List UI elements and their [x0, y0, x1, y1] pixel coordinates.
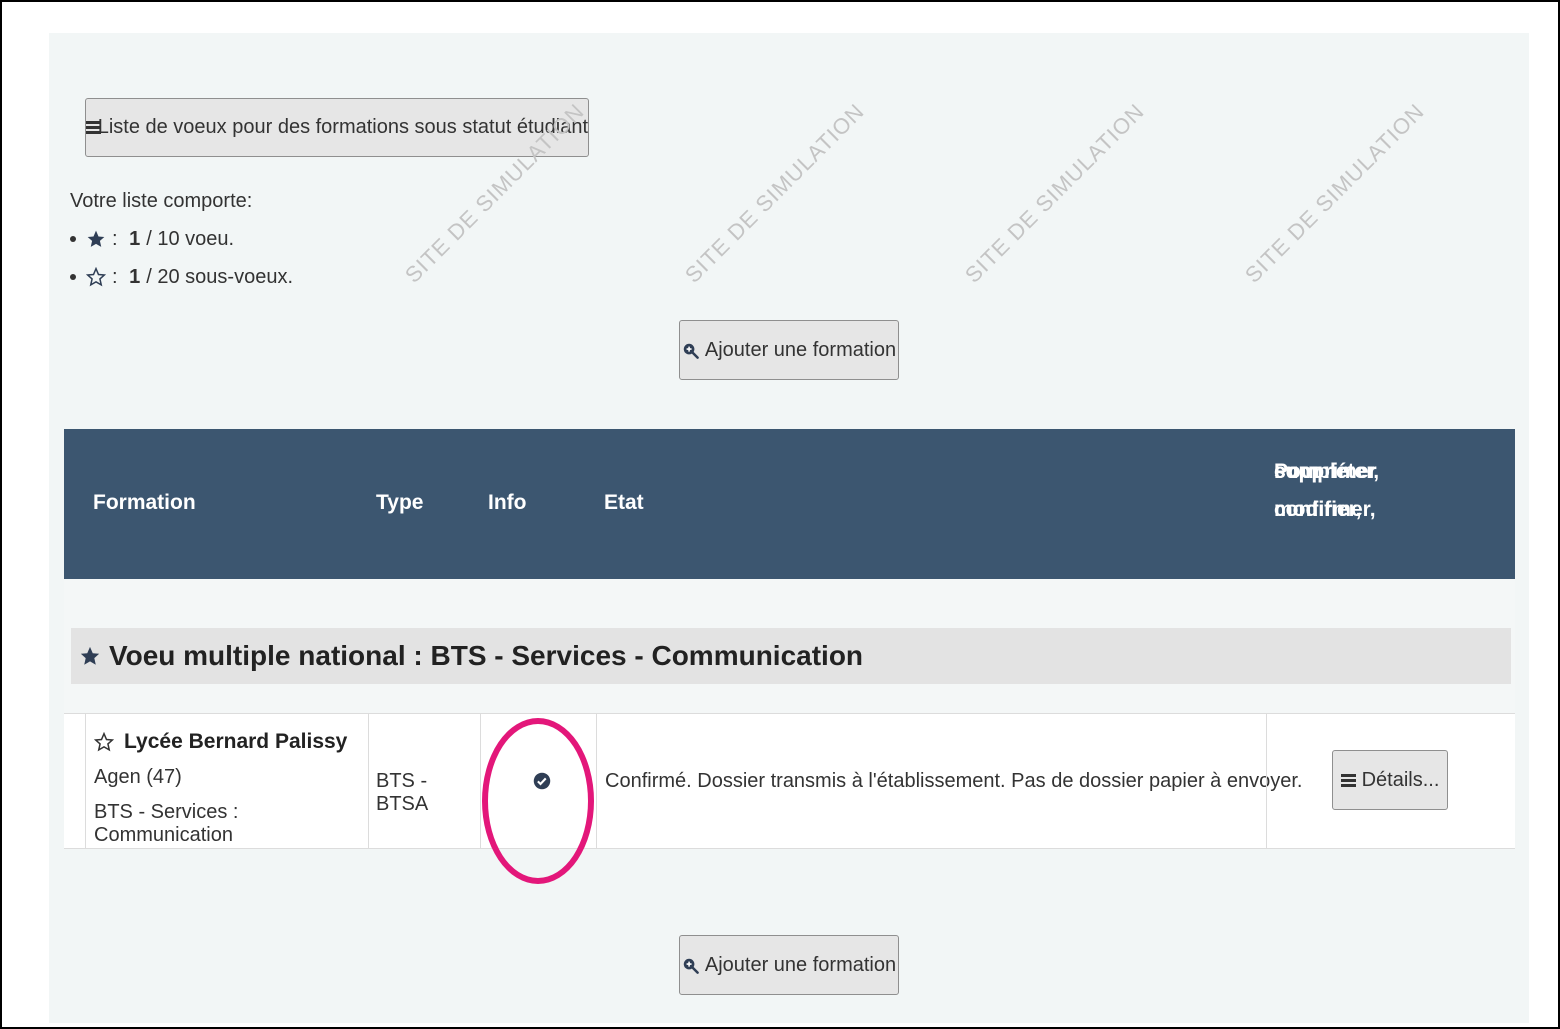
- etablissement-lieu: Agen (47): [94, 766, 182, 788]
- etablissement-name: Lycée Bernard Palissy: [94, 730, 369, 754]
- star-filled-icon: [87, 230, 105, 247]
- voeux-list-button[interactable]: Liste de voeux pour des formations sous …: [85, 98, 589, 157]
- type-cell: BTS - BTSA: [368, 714, 481, 848]
- add-formation-label: Ajouter une formation: [704, 953, 897, 976]
- formation-name: BTS - Services : Communication: [94, 801, 239, 846]
- header-type: Type: [376, 491, 424, 514]
- summary-title: Votre liste comporte:: [70, 190, 253, 212]
- star-outline-icon: [86, 267, 106, 287]
- zoom-in-icon: [683, 958, 699, 974]
- actions-cell: Détails...: [1266, 714, 1515, 848]
- type-value: BTS - BTSA: [376, 770, 429, 815]
- table-header: Formation Type Info Etat Pour modifier, …: [64, 429, 1515, 579]
- star-outline-icon: [94, 732, 114, 752]
- summary-sous-voeux-item: : 1 / 20 sous-voeux.: [70, 258, 293, 296]
- details-button-label: Détails...: [1361, 768, 1440, 791]
- list-icon: [86, 121, 101, 134]
- highlight-circle: [482, 718, 594, 884]
- summary-voeux-item: : 1 / 10 voeu.: [70, 220, 293, 258]
- header-etat: Etat: [604, 491, 644, 514]
- header-info: Info: [488, 491, 527, 514]
- add-formation-label: Ajouter une formation: [704, 338, 897, 361]
- voeu-group-heading: Voeu multiple national : BTS - Services …: [71, 628, 1511, 684]
- star-filled-icon: [80, 646, 100, 665]
- header-formation: Formation: [93, 491, 196, 514]
- add-formation-button-top[interactable]: Ajouter une formation: [679, 320, 899, 380]
- list-summary: Votre liste comporte: : 1 / 10 voeu. : 1…: [70, 182, 293, 296]
- formation-cell: Lycée Bernard Palissy Agen (47) BTS - Se…: [85, 714, 369, 848]
- zoom-in-icon: [683, 343, 699, 359]
- table-row: Lycée Bernard Palissy Agen (47) BTS - Se…: [64, 713, 1515, 849]
- etat-value: Confirmé. Dossier transmis à l'établisse…: [605, 770, 1303, 792]
- voeux-list-button-label: Liste de voeux pour des formations sous …: [97, 116, 588, 138]
- list-icon: [1340, 773, 1356, 787]
- add-formation-button-bottom[interactable]: Ajouter une formation: [679, 935, 899, 995]
- etat-cell: Confirmé. Dossier transmis à l'établisse…: [596, 714, 1302, 848]
- voeu-group-title: Voeu multiple national : BTS - Services …: [109, 640, 864, 671]
- details-button[interactable]: Détails...: [1332, 750, 1448, 810]
